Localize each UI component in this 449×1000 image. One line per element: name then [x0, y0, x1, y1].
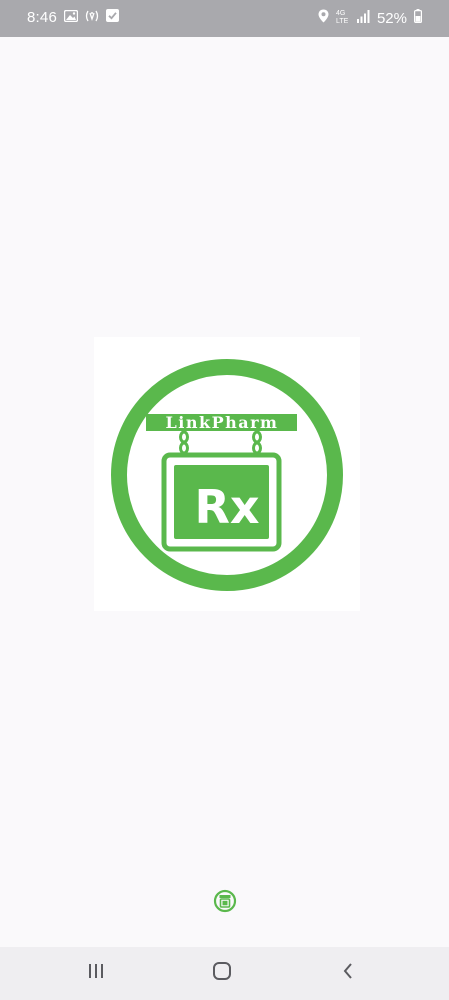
check-icon [106, 9, 119, 26]
chain-left-icon [179, 430, 189, 455]
app-logo: LinkPharm Rx [94, 337, 360, 611]
logo-text: LinkPharm [166, 413, 279, 432]
status-time: 8:46 [27, 9, 57, 26]
signal-tower-icon [85, 9, 99, 26]
back-icon [341, 962, 355, 985]
status-right: 4G LTE 52% [318, 9, 423, 27]
navigation-bar [0, 947, 449, 1000]
network-label-bottom: LTE [335, 17, 349, 25]
status-left: 8:46 [27, 9, 119, 26]
location-icon [318, 9, 329, 27]
splash-screen: 8:46 4G LTE 52% LinkPharm Rx [0, 0, 449, 1000]
recents-icon [87, 963, 105, 984]
network-type-icon: 4G LTE [335, 9, 350, 26]
gallery-icon [63, 9, 79, 26]
home-button[interactable] [192, 947, 252, 1000]
home-icon [212, 961, 232, 986]
network-label-top: 4G [335, 9, 346, 17]
rx-symbol: Rx [194, 480, 259, 534]
signal-strength-icon [356, 9, 370, 27]
app-badge-icon [212, 888, 238, 914]
battery-percent: 52% [376, 9, 407, 27]
chain-right-icon [252, 430, 262, 455]
recents-button[interactable] [66, 947, 126, 1000]
status-bar: 8:46 4G LTE 52% [0, 0, 449, 37]
battery-icon [414, 9, 423, 27]
back-button[interactable] [318, 947, 378, 1000]
